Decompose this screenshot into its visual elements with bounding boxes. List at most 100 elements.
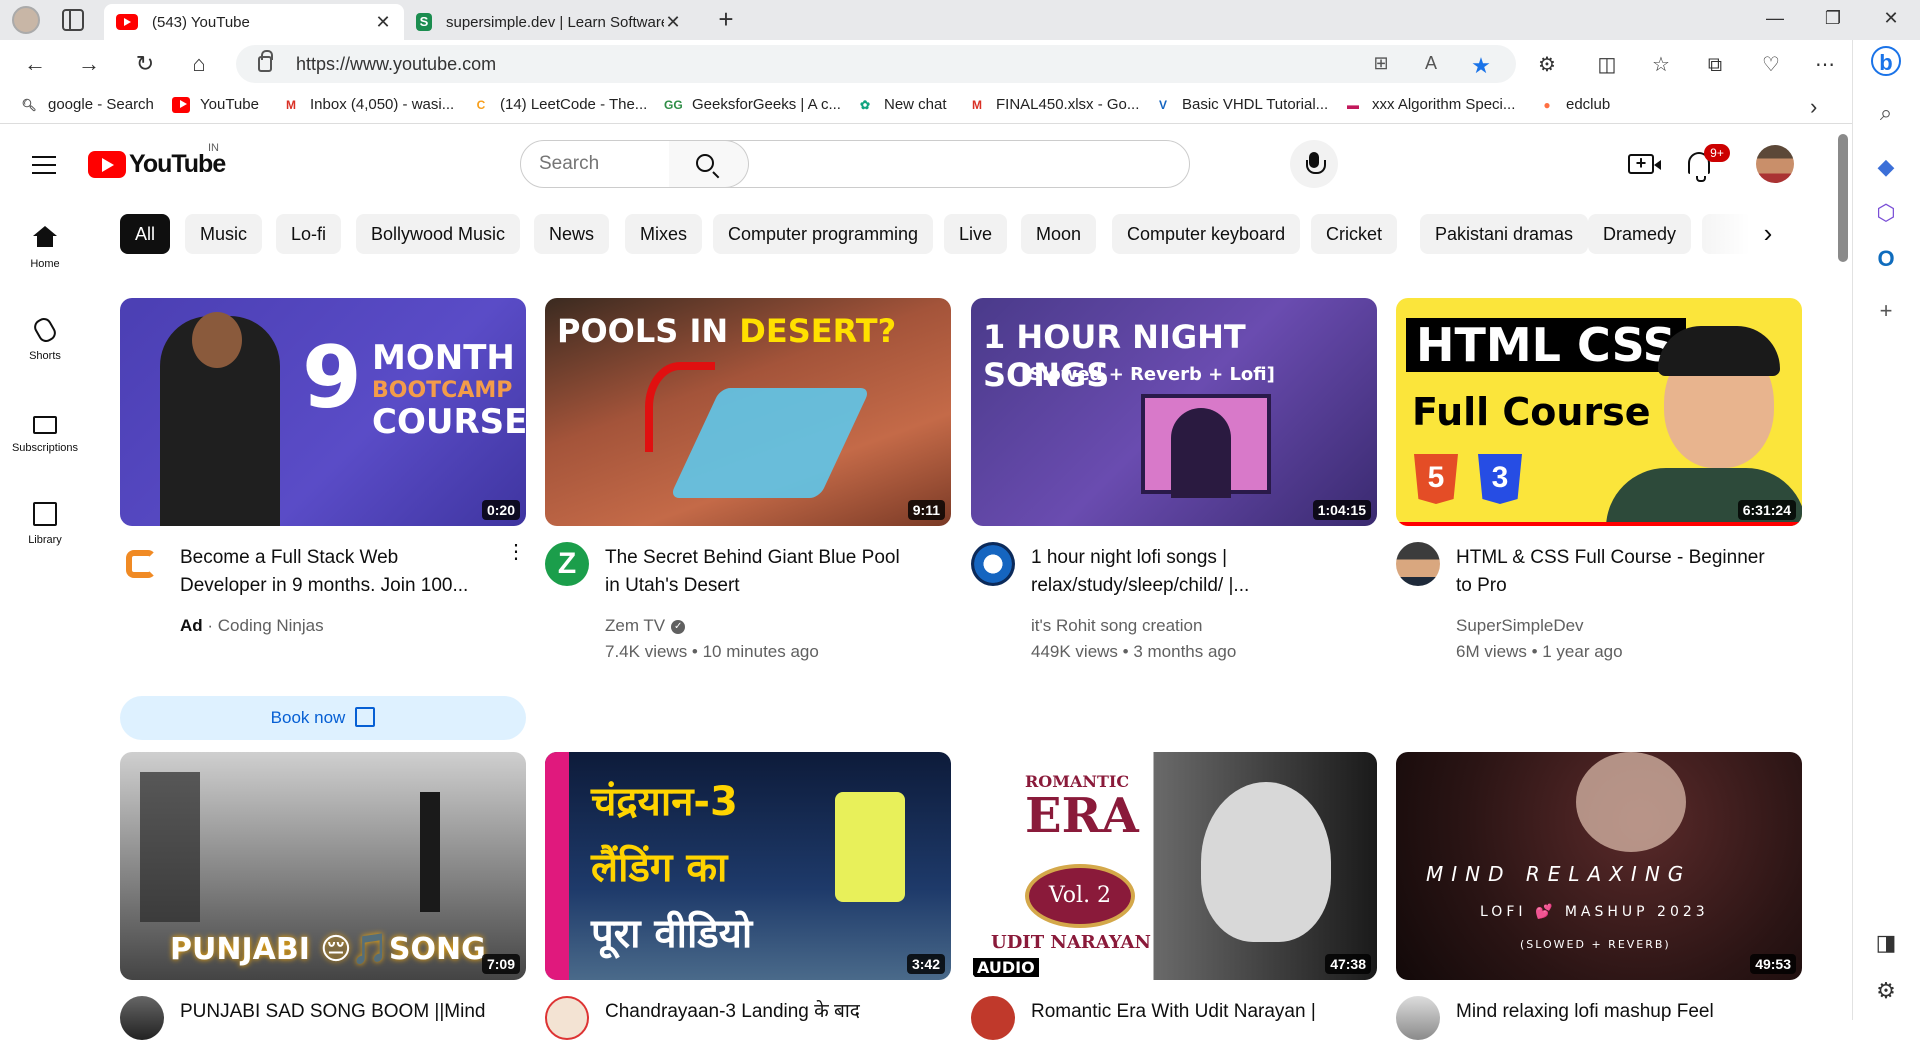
video-thumbnail[interactable]: 9 MONTH BOOTCAMP COURSE 0:20: [120, 298, 526, 526]
favorites-icon[interactable]: ☆: [1648, 52, 1674, 78]
channel-name[interactable]: SuperSimpleDev: [1456, 616, 1584, 636]
video-thumbnail[interactable]: ROMANTIC ERA Vol. 2 UDIT NARAYAN AUDIO 4…: [971, 752, 1377, 980]
maximize-icon[interactable]: ❐: [1818, 8, 1848, 32]
channel-avatar[interactable]: [971, 542, 1015, 586]
menu-hamburger-icon[interactable]: [32, 156, 56, 174]
browser-profile-icon[interactable]: [12, 6, 40, 34]
video-thumbnail[interactable]: 1 HOUR NIGHT SONGS [Slowed + Reverb + Lo…: [971, 298, 1377, 526]
bookmark-geeksforgeeks[interactable]: GG GeeksforGeeks | A c...: [664, 96, 841, 113]
channel-avatar[interactable]: [545, 996, 589, 1040]
url-text[interactable]: https://www.youtube.com: [296, 54, 496, 75]
create-video-icon[interactable]: +: [1628, 154, 1661, 174]
chip-music[interactable]: Music: [185, 214, 263, 254]
more-actions-kebab-icon[interactable]: ⋮: [506, 542, 526, 562]
channel-avatar[interactable]: [1396, 996, 1440, 1040]
chip-moon[interactable]: Moon: [1021, 214, 1097, 254]
video-title[interactable]: The Secret Behind Giant Blue Pool in Uta…: [605, 544, 915, 600]
video-title[interactable]: Chandrayaan-3 Landing के बाद: [605, 998, 915, 1026]
bookmark-vhdl[interactable]: V Basic VHDL Tutorial...: [1154, 96, 1328, 113]
guide-item-home[interactable]: Home: [0, 226, 90, 270]
channel-avatar[interactable]: [971, 996, 1015, 1040]
video-title[interactable]: 1 hour night lofi songs | relax/study/sl…: [1031, 544, 1341, 600]
tab-youtube[interactable]: (543) YouTube ✕: [104, 4, 404, 40]
chips-next-chevron-icon[interactable]: ›: [1748, 214, 1788, 254]
channel-name[interactable]: Zem TV: [605, 616, 665, 635]
video-title[interactable]: PUNJABI SAD SONG BOOM ||Mind: [180, 998, 490, 1026]
forward-arrow-icon[interactable]: →: [74, 50, 104, 80]
bookmark-final450[interactable]: M FINAL450.xlsx - Go...: [968, 96, 1139, 113]
minimize-icon[interactable]: —: [1760, 8, 1790, 32]
tab-actions-icon[interactable]: [62, 9, 84, 31]
bookmarks-overflow-chevron-icon[interactable]: ›: [1810, 94, 1817, 120]
app-available-icon[interactable]: ⊞: [1370, 53, 1392, 75]
bookmark-edclub[interactable]: ● edclub: [1538, 96, 1610, 113]
chip-computer-programming[interactable]: Computer programming: [713, 214, 934, 254]
add-sidebar-app-icon[interactable]: +: [1871, 296, 1901, 326]
back-arrow-icon[interactable]: ←: [20, 50, 50, 80]
channel-avatar[interactable]: [120, 996, 164, 1040]
video-thumbnail[interactable]: MIND RELAXING LOFI 💕 MASHUP 2023 (SLOWED…: [1396, 752, 1802, 980]
guide-item-subscriptions[interactable]: Subscriptions: [0, 410, 90, 454]
voice-search-mic-icon[interactable]: [1290, 140, 1338, 188]
search-input[interactable]: [521, 141, 1189, 187]
chip-computer-keyboard[interactable]: Computer keyboard: [1112, 214, 1301, 254]
video-title[interactable]: Become a Full Stack Web Developer in 9 m…: [180, 544, 490, 600]
hide-sidebar-icon[interactable]: ◨: [1871, 928, 1901, 958]
chip-pakistani-dramas[interactable]: Pakistani dramas: [1420, 214, 1589, 254]
scrollbar-thumb[interactable]: [1838, 134, 1848, 262]
browser-essentials-icon[interactable]: ♡: [1758, 52, 1784, 78]
home-icon[interactable]: ⌂: [184, 50, 214, 80]
channel-name[interactable]: it's Rohit song creation: [1031, 616, 1202, 636]
close-window-icon[interactable]: ✕: [1876, 8, 1906, 32]
lock-icon[interactable]: [258, 50, 273, 72]
account-avatar[interactable]: [1756, 145, 1794, 183]
sidebar-search-icon[interactable]: ⌕: [1871, 98, 1901, 128]
chip-dramedy[interactable]: Dramedy: [1588, 214, 1692, 254]
bookmark-algorithm[interactable]: ▬ xxx Algorithm Speci...: [1344, 96, 1515, 113]
bookmark-new-chat[interactable]: ✿ New chat: [856, 96, 947, 113]
video-title[interactable]: HTML & CSS Full Course - Beginner to Pro: [1456, 544, 1766, 600]
tab-close-icon[interactable]: ✕: [374, 12, 392, 33]
tab-supersimple[interactable]: S supersimple.dev | Learn Software ✕: [404, 4, 694, 40]
read-aloud-icon[interactable]: A: [1420, 53, 1442, 75]
chip-live[interactable]: Live: [944, 214, 1008, 254]
video-title[interactable]: Mind relaxing lofi mashup Feel: [1456, 998, 1766, 1026]
split-screen-icon[interactable]: ◫: [1594, 52, 1620, 78]
chip-news[interactable]: News: [534, 214, 610, 254]
search-button[interactable]: [669, 140, 749, 188]
channel-avatar[interactable]: [120, 542, 164, 586]
channel-avatar[interactable]: Z: [545, 542, 589, 586]
video-thumbnail[interactable]: HTML CSS Full Course 5 3 6:31:24: [1396, 298, 1802, 526]
shopping-tag-icon[interactable]: ◆: [1871, 152, 1901, 182]
bookmark-youtube[interactable]: YouTube: [172, 96, 259, 113]
tab-close-icon[interactable]: ✕: [664, 12, 682, 33]
channel-avatar[interactable]: [1396, 542, 1440, 586]
chip-bollywood-music[interactable]: Bollywood Music: [356, 214, 521, 254]
youtube-logo[interactable]: YouTube IN: [88, 142, 226, 179]
chip-all[interactable]: All: [120, 214, 171, 254]
chip-lofi[interactable]: Lo-fi: [276, 214, 342, 254]
office-icon[interactable]: ⬡: [1871, 198, 1901, 228]
collections-icon[interactable]: ⧉: [1702, 52, 1728, 78]
video-thumbnail[interactable]: PUNJABI 😔🎵SONG 7:09: [120, 752, 526, 980]
more-menu-icon[interactable]: ⋯: [1812, 52, 1838, 78]
bing-copilot-icon[interactable]: b: [1871, 46, 1901, 76]
favorite-star-icon[interactable]: ★: [1470, 53, 1492, 78]
bookmark-inbox[interactable]: M Inbox (4,050) - wasi...: [282, 96, 454, 113]
bookmark-leetcode[interactable]: C (14) LeetCode - The...: [472, 96, 648, 113]
video-title[interactable]: Romantic Era With Udit Narayan |: [1031, 998, 1341, 1026]
sidebar-settings-icon[interactable]: ⚙: [1871, 976, 1901, 1006]
guide-item-library[interactable]: Library: [0, 502, 90, 546]
video-thumbnail[interactable]: चंद्रयान-3 लैंडिंग का पूरा वीडियो 3:42: [545, 752, 951, 980]
outlook-icon[interactable]: O: [1871, 244, 1901, 274]
address-bar[interactable]: https://www.youtube.com ⊞ A ★: [236, 45, 1516, 83]
extensions-icon[interactable]: ⚙: [1534, 52, 1560, 78]
book-now-button[interactable]: Book now: [120, 696, 526, 740]
video-thumbnail[interactable]: POOLS IN DESERT? 9:11: [545, 298, 951, 526]
guide-item-shorts[interactable]: Shorts: [0, 315, 90, 362]
chip-mixes[interactable]: Mixes: [625, 214, 703, 254]
chip-cricket[interactable]: Cricket: [1311, 214, 1398, 254]
new-tab-icon[interactable]: +: [712, 6, 740, 34]
bookmark-google-search[interactable]: 🔍︎ google - Search: [20, 96, 154, 113]
refresh-icon[interactable]: ↻: [130, 50, 160, 80]
